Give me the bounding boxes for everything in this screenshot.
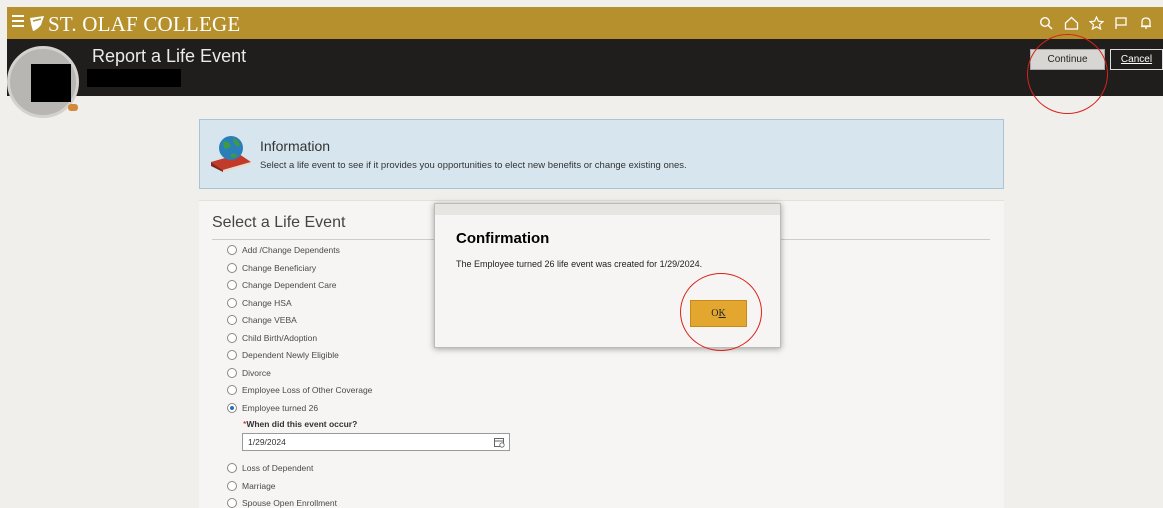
radio-button[interactable]	[227, 298, 237, 308]
redacted-photo	[31, 64, 71, 102]
avatar[interactable]	[7, 46, 79, 118]
info-text: Select a life event to see if it provide…	[260, 160, 687, 171]
option-label: Loss of Dependent	[242, 463, 314, 473]
option-label: Change HSA	[242, 298, 292, 308]
section-title: Select a Life Event	[212, 214, 346, 231]
option-label: Divorce	[242, 368, 271, 378]
notifications-icon[interactable]	[1137, 13, 1155, 33]
avatar-badge-icon	[68, 104, 78, 111]
radio-button[interactable]	[227, 333, 237, 343]
date-value: 1/29/2024	[248, 437, 286, 447]
page-title: Report a Life Event	[92, 46, 247, 66]
date-label-text: When did this event occur?	[246, 419, 358, 429]
radio-button-selected[interactable]	[227, 403, 237, 413]
cancel-button[interactable]: Cancel	[1110, 49, 1163, 70]
option-marriage[interactable]: Marriage	[227, 481, 276, 491]
radio-button[interactable]	[227, 350, 237, 360]
option-change-dependent-care[interactable]: Change Dependent Care	[227, 280, 337, 290]
option-divorce[interactable]: Divorce	[227, 368, 271, 378]
brand-name[interactable]: ST. OLAF COLLEGE	[48, 12, 240, 37]
info-globe-book-icon	[211, 136, 251, 172]
option-employee-loss-of-other-coverage[interactable]: Employee Loss of Other Coverage	[227, 385, 372, 395]
option-employee-turned-26[interactable]: Employee turned 26	[227, 403, 318, 413]
date-field-label: *When did this event occur?	[243, 419, 357, 429]
radio-button[interactable]	[227, 280, 237, 290]
dialog-title-bar[interactable]	[435, 204, 780, 215]
option-label: Employee turned 26	[242, 403, 319, 413]
info-title: Information	[260, 138, 331, 154]
radio-button[interactable]	[227, 498, 237, 508]
option-loss-of-dependent[interactable]: Loss of Dependent	[227, 463, 313, 473]
menu-icon[interactable]	[12, 15, 24, 29]
home-icon[interactable]	[1062, 13, 1080, 33]
event-date-input[interactable]: 1/29/2024	[242, 433, 510, 451]
dialog-message: The Employee turned 26 life event was cr…	[456, 259, 703, 269]
option-change-beneficiary[interactable]: Change Beneficiary	[227, 263, 316, 273]
option-spouse-open-enrollment[interactable]: Spouse Open Enrollment	[227, 498, 337, 508]
option-label: Dependent Newly Eligible	[242, 350, 339, 360]
favorites-icon[interactable]	[1087, 13, 1105, 33]
option-label: Spouse Open Enrollment	[242, 498, 337, 508]
page-header: Report a Life Event	[7, 39, 1163, 96]
information-panel: Information Select a life event to see i…	[199, 119, 1004, 189]
option-child-birth-adoption[interactable]: Child Birth/Adoption	[227, 333, 317, 343]
option-label: Change Dependent Care	[242, 280, 337, 290]
radio-button[interactable]	[227, 463, 237, 473]
annotation-circle-continue	[1027, 34, 1108, 114]
option-label: Marriage	[242, 481, 276, 491]
radio-button[interactable]	[227, 368, 237, 378]
calendar-icon[interactable]	[494, 437, 505, 448]
radio-button[interactable]	[227, 315, 237, 325]
option-dependent-newly-eligible[interactable]: Dependent Newly Eligible	[227, 350, 339, 360]
option-label: Employee Loss of Other Coverage	[242, 385, 373, 395]
option-label: Child Birth/Adoption	[242, 333, 318, 343]
radio-button[interactable]	[227, 245, 237, 255]
dialog-title: Confirmation	[456, 230, 550, 247]
option-change-veba[interactable]: Change VEBA	[227, 315, 297, 325]
option-label: Change Beneficiary	[242, 263, 317, 273]
search-icon[interactable]	[1037, 13, 1055, 33]
radio-button[interactable]	[227, 385, 237, 395]
option-change-hsa[interactable]: Change HSA	[227, 298, 292, 308]
redacted-name	[87, 69, 181, 87]
option-label: Add /Change Dependents	[242, 245, 340, 255]
college-logo-icon	[30, 16, 44, 31]
flag-icon[interactable]	[1112, 13, 1130, 33]
annotation-circle-ok	[680, 273, 762, 351]
option-add-change-dependents[interactable]: Add /Change Dependents	[227, 245, 340, 255]
global-header: ST. OLAF COLLEGE	[7, 7, 1163, 39]
radio-button[interactable]	[227, 263, 237, 273]
option-label: Change VEBA	[242, 315, 297, 325]
radio-button[interactable]	[227, 481, 237, 491]
